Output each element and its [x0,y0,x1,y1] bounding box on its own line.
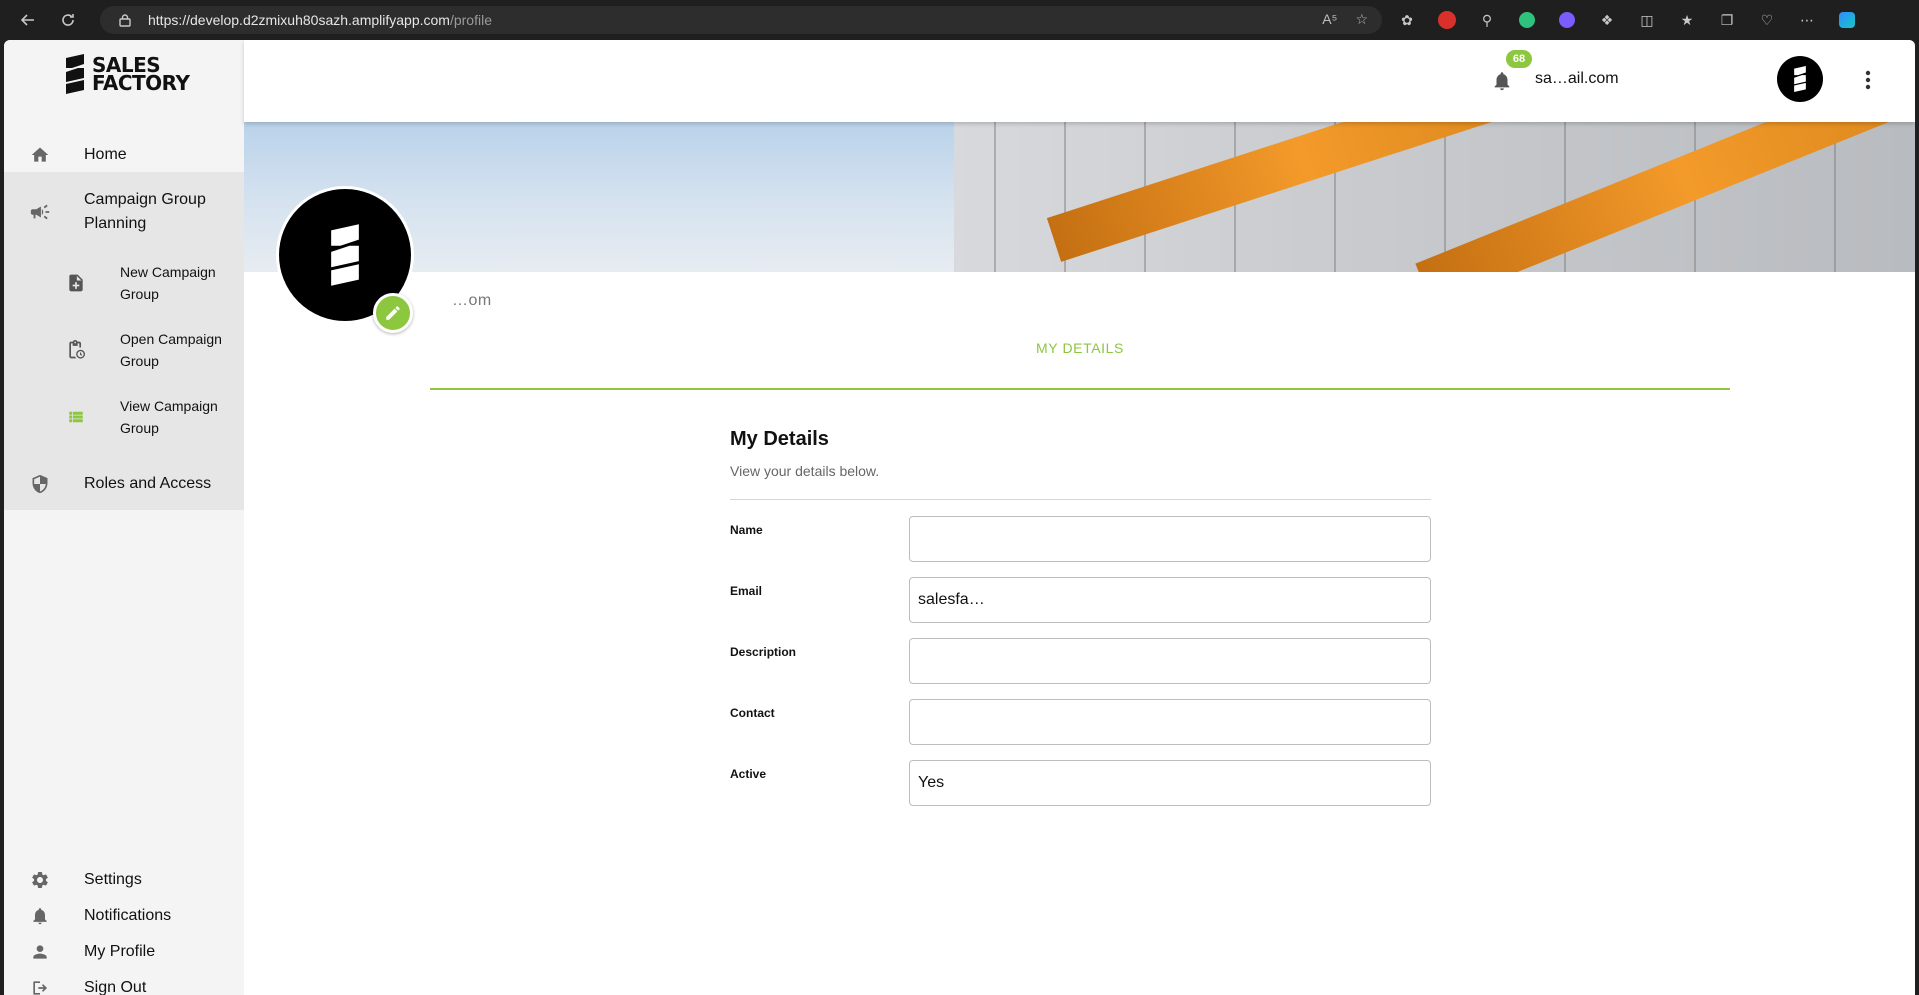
split-screen-icon[interactable]: ◫ [1635,8,1659,32]
sidebar-label-new-campaign-group: New Campaign Group [120,264,216,302]
gear-icon [28,868,52,892]
brand-wordmark: SALES FACTORY [92,55,190,95]
cover-building-image [954,122,1915,272]
logout-icon [28,976,52,995]
profile-logo-icon [331,224,359,286]
sidebar-item-campaign-group-planning[interactable]: Campaign Group Planning [4,182,244,242]
puzzle-icon[interactable]: ❖ [1595,8,1619,32]
contact-label: Contact [730,706,775,720]
sidebar-item-notifications[interactable]: Notifications [4,898,244,934]
clipboard-clock-icon [64,338,88,362]
tab-indicator [430,388,1730,390]
ghost-extension-icon[interactable] [1555,8,1579,32]
notification-count-badge: 68 [1506,50,1532,68]
sidebar-label-home: Home [84,146,127,163]
logo-mark-icon [66,54,84,94]
form-divider [730,499,1431,500]
avatar-logo-icon [1794,66,1806,92]
adblock-icon[interactable] [1435,8,1459,32]
sidebar-item-my-profile[interactable]: My Profile [4,934,244,970]
collections-icon[interactable]: ❐ [1715,8,1739,32]
note-add-icon [64,271,88,295]
read-aloud-icon[interactable]: A⁵ [1322,11,1337,28]
active-label: Active [730,767,767,781]
sidebar: SALES FACTORY Home Campaign Group Planni… [4,40,244,995]
extension-icon[interactable]: ✿ [1395,8,1419,32]
app-page: SALES FACTORY Home Campaign Group Planni… [4,40,1915,995]
form-subtitle: View your details below. [730,463,880,479]
health-icon[interactable]: ♡ [1755,8,1779,32]
bell-icon [28,904,52,928]
reload-icon[interactable] [52,4,84,36]
kebab-icon[interactable] [1856,68,1880,92]
sidebar-item-new-campaign-group[interactable]: New Campaign Group [4,255,244,311]
green-extension-icon[interactable] [1515,8,1539,32]
pencil-icon [386,306,400,320]
home-icon [28,143,52,167]
tab-my-details[interactable]: MY DETAILS [430,340,1730,372]
sidebar-label-settings: Settings [84,871,142,888]
zoom-icon[interactable]: ⚲ [1475,8,1499,32]
form-title: My Details [730,428,829,450]
email-field[interactable]: salesfa… [909,577,1431,623]
brand-line-2: FACTORY [92,71,190,95]
url-text: https://develop.d2zmixuh80sazh.amplifyap… [148,12,492,28]
edit-avatar-button[interactable] [373,293,413,333]
user-avatar[interactable] [1777,56,1823,102]
favorite-star-icon[interactable]: ☆ [1355,11,1368,28]
sidebar-item-view-campaign-group[interactable]: View Campaign Group [4,389,244,445]
sidebar-label-view-campaign-group: View Campaign Group [120,398,218,436]
address-bar[interactable]: https://develop.d2zmixuh80sazh.amplifyap… [100,6,1382,34]
tab-label-my-details: MY DETAILS [1036,340,1124,356]
sidebar-item-roles-and-access[interactable]: Roles and Access [4,464,244,504]
brand-logo[interactable]: SALES FACTORY [62,54,190,95]
name-label: Name [730,523,763,537]
description-label: Description [730,645,797,659]
sidebar-item-sign-out[interactable]: Sign Out [4,970,244,995]
browser-toolbar: https://develop.d2zmixuh80sazh.amplifyap… [0,0,1919,40]
favorites-icon[interactable]: ★ [1675,8,1699,32]
name-field[interactable] [909,516,1431,562]
sidebar-label-campaign-group-planning: Campaign Group Planning [84,191,206,232]
url-path: /profile [449,12,492,28]
profile-email: …om [452,292,492,309]
sidebar-item-settings[interactable]: Settings [4,862,244,898]
back-icon[interactable] [12,4,44,36]
shield-icon [28,472,52,496]
more-icon[interactable]: ⋯ [1795,8,1819,32]
notifications-bell-icon[interactable] [1491,70,1515,94]
sidebar-label-roles-and-access: Roles and Access [84,475,212,492]
list-icon [64,405,88,429]
header-user-email: sa…ail.com [1535,70,1619,87]
top-app-bar: 68 sa…ail.com [244,40,1915,122]
sidebar-label-my-profile: My Profile [84,943,156,960]
sidebar-label-sign-out: Sign Out [84,979,147,995]
sidebar-label-open-campaign-group: Open Campaign Group [120,331,222,369]
active-field[interactable]: Yes [909,760,1431,806]
lock-icon [118,13,132,27]
megaphone-icon [28,200,52,224]
sidebar-item-open-campaign-group[interactable]: Open Campaign Group [4,322,244,378]
sidebar-label-notifications: Notifications [84,907,172,924]
email-label: Email [730,584,763,598]
profile-cover-banner [244,122,1915,272]
copilot-icon[interactable] [1835,8,1859,32]
url-host: https://develop.d2zmixuh80sazh.amplifyap… [148,12,450,28]
description-field[interactable] [909,638,1431,684]
person-icon [28,940,52,964]
contact-field[interactable] [909,699,1431,745]
